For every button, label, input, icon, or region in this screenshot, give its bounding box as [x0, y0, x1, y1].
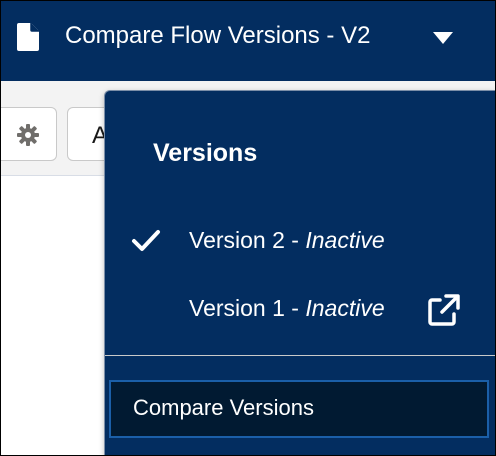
check-icon — [132, 230, 160, 251]
version-status: Inactive — [305, 295, 385, 321]
app-window: Compare Flow Versions - V2 A Versions Ve… — [0, 0, 496, 456]
version-name: Version 2 - — [189, 227, 306, 253]
version-item-1[interactable]: Version 1 - Inactive — [105, 283, 495, 333]
compare-versions-label: Compare Versions — [133, 395, 314, 420]
gear-icon — [17, 124, 39, 146]
version-item-label: Version 2 - Inactive — [189, 225, 385, 255]
version-item-label: Version 1 - Inactive — [189, 293, 385, 323]
external-link-icon[interactable] — [427, 293, 461, 327]
version-status: Inactive — [305, 227, 385, 253]
versions-dropdown: Versions Version 2 - Inactive Version 1 … — [104, 90, 495, 455]
page-title: Compare Flow Versions - V2 — [65, 22, 371, 49]
versions-heading: Versions — [153, 139, 258, 167]
settings-button[interactable] — [1, 107, 57, 161]
document-icon — [17, 23, 39, 51]
version-item-2[interactable]: Version 2 - Inactive — [105, 215, 495, 265]
compare-versions-button[interactable]: Compare Versions — [109, 380, 489, 438]
header-bar: Compare Flow Versions - V2 — [1, 1, 495, 81]
version-name: Version 1 - — [189, 295, 306, 321]
chevron-down-icon[interactable] — [433, 32, 453, 44]
menu-divider — [105, 355, 495, 356]
